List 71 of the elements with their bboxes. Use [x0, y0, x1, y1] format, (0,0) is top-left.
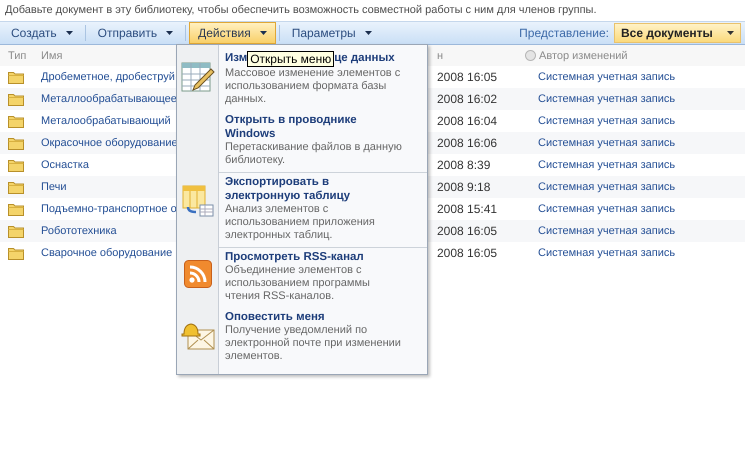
folder-icon [8, 92, 24, 106]
rss-icon [184, 260, 212, 288]
view-dropdown[interactable]: Все документы [614, 23, 741, 43]
menu-item-description: Массовое изменение элементов с использованием формата базы данных. [225, 67, 402, 106]
folder-icon [8, 158, 24, 172]
menu-item-description: Объединение элементов с использованием программы чтения RSS-каналов. [225, 264, 371, 303]
table-cell: 2008 15:41 [437, 202, 498, 216]
document-link[interactable]: Металлообрабатывающее [41, 93, 177, 105]
folder-icon [8, 224, 24, 238]
table-cell: 2008 16:05 [437, 246, 498, 260]
menu-item[interactable]: Экспортировать в электронную таблицу Анализ элементов с использованием приложения электронных таблиц. [219, 172, 427, 247]
table-cell: 2008 16:04 [437, 114, 498, 128]
toolbar-menu[interactable]: Параметры [282, 22, 381, 44]
folder-icon [8, 70, 24, 84]
author-link[interactable]: Системная учетная запись [538, 71, 676, 83]
table-cell: 2008 16:05 [437, 224, 498, 238]
menu-item[interactable]: Открыть в проводнике Windows Перетаскивание файлов в данную библиотеку. [177, 111, 427, 172]
menu-item-description: Перетаскивание файлов в данную библиотеку. [225, 141, 403, 167]
menu-item-title: це данных [334, 51, 395, 65]
author-link[interactable]: Системная учетная запись [538, 247, 676, 259]
author-link[interactable]: Системная учетная запись [538, 181, 676, 193]
table-cell: 2008 16:05 [437, 70, 498, 84]
view-label: Представление: [519, 26, 609, 40]
author-link[interactable]: Системная учетная запись [538, 93, 676, 105]
spreadsheet-export-icon [182, 185, 214, 217]
folder-icon [8, 180, 24, 194]
author-link[interactable]: Системная учетная запись [538, 159, 676, 171]
folder-icon [8, 202, 24, 216]
caret-icon [260, 31, 267, 35]
caret-icon [166, 31, 174, 35]
tooltip: Открыть меню [247, 51, 334, 67]
folder-icon [8, 136, 24, 150]
menu-item-title: Оповестить меня [225, 310, 326, 324]
column-header: Имя [41, 50, 62, 62]
caret-icon [364, 31, 372, 35]
column-header: Автор изменений [539, 50, 628, 62]
column-header: н [437, 50, 444, 62]
caret-icon [727, 31, 734, 35]
document-link[interactable]: Металообрабатывающий [41, 115, 171, 127]
column-header: Тип [7, 50, 28, 62]
menu-item[interactable]: Изм Открыть меню це данных Массовое изменение элементов с использованием формата базы данных. [177, 49, 427, 111]
table-cell: 2008 16:06 [437, 136, 498, 150]
menu-item[interactable]: Оповестить меня Получение уведомлений по электронной почте при изменении элементов. [177, 308, 427, 368]
folder-icon [8, 246, 24, 260]
menu-item-description: Анализ элементов с использованием приложения электронных таблиц. [225, 203, 376, 242]
author-link[interactable]: Системная учетная запись [538, 203, 676, 215]
menu-item-title: Экспортировать в электронную таблицу [225, 175, 352, 203]
toolbar-menu[interactable]: Создать [2, 22, 82, 44]
document-link[interactable]: Робототехника [41, 225, 117, 237]
folder-icon [8, 114, 24, 128]
author-link[interactable]: Системная учетная запись [538, 225, 676, 237]
menu-item-description: Получение уведомлений по электронной почте при изменении элементов. [225, 324, 402, 363]
menu-item-title: Изм [225, 51, 248, 65]
radio-icon [525, 50, 536, 61]
document-link[interactable]: Печи [41, 181, 67, 193]
table-cell: 2008 8:39 [437, 158, 490, 172]
document-link[interactable]: Подъемно-транспортное о [41, 203, 177, 215]
menu-item-title: Открыть в проводнике Windows [225, 113, 358, 141]
table-cell: 2008 16:02 [437, 92, 498, 106]
author-link[interactable]: Системная учетная запись [538, 115, 676, 127]
table-cell: 2008 9:18 [437, 180, 490, 194]
document-link[interactable]: Дробеметное, дробеструй [41, 71, 175, 83]
document-link[interactable]: Сварочное оборудование [41, 247, 172, 259]
author-link[interactable]: Системная учетная запись [538, 137, 676, 149]
document-link[interactable]: Окрасочное оборудование [41, 137, 178, 149]
toolbar-menu[interactable]: Действия [189, 22, 276, 44]
toolbar-menu[interactable]: Отправить [88, 22, 182, 44]
document-link[interactable]: Оснастка [41, 159, 89, 171]
menu-item[interactable]: Просмотреть RSS-канал Объединение элементов с использованием программы чтения RSS-каналов. [219, 247, 427, 308]
caret-icon [66, 31, 73, 35]
menu-item-title: Просмотреть RSS-канал [225, 250, 365, 264]
